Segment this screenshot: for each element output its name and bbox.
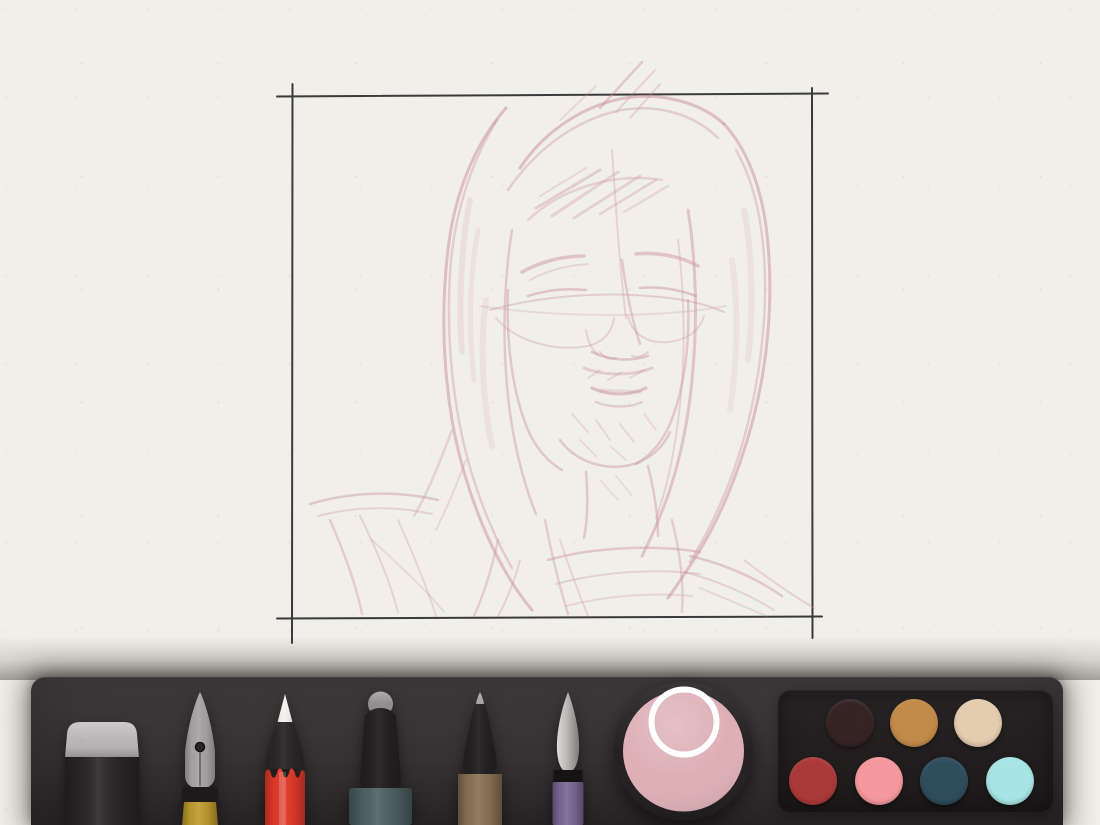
app-window [0,0,1100,825]
pen-tool-icon[interactable] [455,690,505,825]
pencil-portrait [308,60,815,618]
swatch-dark-brown[interactable] [826,699,874,747]
eraser-tool-icon[interactable] [62,714,146,825]
color-palette [778,690,1053,812]
swatch-cream[interactable] [954,699,1002,747]
brush-tool-icon[interactable] [550,690,586,825]
swatch-brick-red[interactable] [789,757,837,805]
fountain-pen-tool-icon[interactable] [170,690,230,825]
swatch-ochre[interactable] [890,699,938,747]
marker-tool-icon[interactable] [348,690,413,825]
toolbar-tray [31,677,1063,825]
swatch-light-cyan[interactable] [986,757,1034,805]
color-mixer-button[interactable] [612,680,754,825]
swatch-salmon-pink[interactable] [855,757,903,805]
swatch-slate-blue[interactable] [920,757,968,805]
pencil-tool-icon[interactable] [262,690,308,825]
